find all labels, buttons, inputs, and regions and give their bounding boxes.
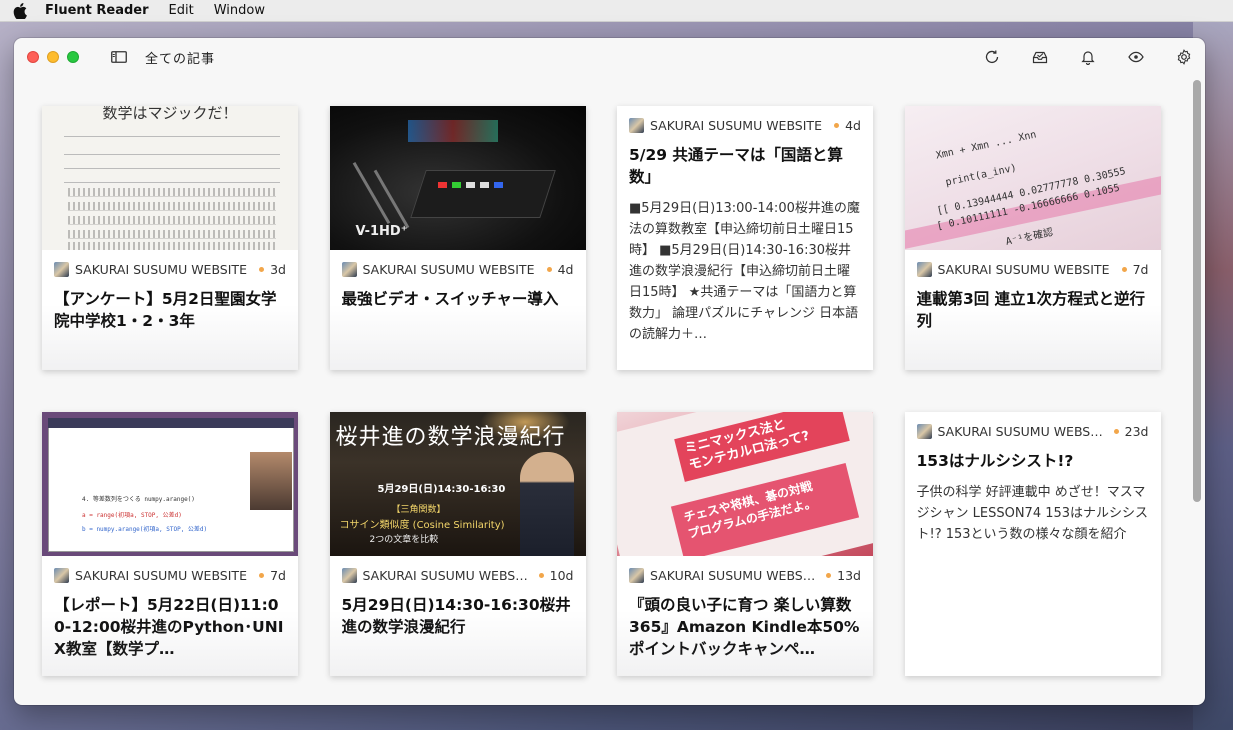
minimize-window-button[interactable] <box>47 51 59 63</box>
card-meta: SAKURAI SUSUMU WEBSITE 3d <box>54 261 286 277</box>
source-favicon-icon <box>916 261 932 277</box>
source-name: SAKURAI SUSUMU WEBSI… <box>362 567 531 583</box>
zoom-window-button[interactable] <box>67 51 79 63</box>
card-body: SAKURAI SUSUMU WEBSITE 3d 【アンケート】5月2日聖園女… <box>42 250 298 370</box>
title-bar: 全ての記事 <box>14 38 1205 76</box>
mark-all-read-icon[interactable] <box>1031 48 1049 66</box>
card-body: SAKURAI SUSUMU WEBSI… 10d 5月29日(日)14:30-… <box>329 556 586 676</box>
article-title: 連載第3回 連立1次方程式と逆行列 <box>916 290 1145 330</box>
article-thumbnail: 4. 等差数列をつくる numpy.arange() a = range(初項a… <box>42 412 298 556</box>
unread-dot-icon <box>538 572 544 578</box>
source-name: SAKURAI SUSUMU WEBSITE <box>937 261 1110 277</box>
card-meta: SAKURAI SUSUMU WEBSITE 4d <box>341 261 574 277</box>
card-body: SAKURAI SUSUMU WEBSITE 4d 最強ビデオ・スイッチャー導入 <box>329 250 586 370</box>
thumbnail-label: V-1HD⁺ <box>355 224 408 239</box>
article-snippet: 子供の科学 好評連載中 めざせ！マスマジシャン LESSON74 153はナルシ… <box>916 485 1149 542</box>
card-body: SAKURAI SUSUMU WEBSITE 7d 連載第3回 連立1次方程式と… <box>904 250 1161 370</box>
article-card[interactable]: SAKURAI SUSUMU WEBSI… 23d 153はナルシシスト!? 子… <box>904 412 1161 676</box>
card-body: SAKURAI SUSUMU WEBSITE 4d 5/29 共通テーマは「国語… <box>617 106 873 370</box>
card-body: SAKURAI SUSUMU WEBSI… 13d 『頭の良い子に育つ 楽しい算… <box>617 556 873 676</box>
source-name: SAKURAI SUSUMU WEBSITE <box>75 567 247 583</box>
article-card[interactable]: V-1HD⁺ SAKURAI SUSUMU WEBSITE 4d 最強ビデオ・ス… <box>329 106 586 370</box>
source-name: SAKURAI SUSUMU WEBSITE <box>75 261 247 277</box>
notifications-icon[interactable] <box>1079 48 1097 66</box>
close-window-button[interactable] <box>27 51 39 63</box>
article-thumbnail: ミニマックス法と モンテカルロ法って? チェスや将棋、碁の対戦 プログラムの手法だよ… <box>617 412 873 556</box>
article-card[interactable]: 4. 等差数列をつくる numpy.arange() a = range(初項a… <box>42 412 298 676</box>
article-card[interactable]: Xmn + Xmn ... Xnn print(a_inv) [[ 0.1394… <box>904 106 1161 370</box>
article-age: 7d <box>270 567 286 583</box>
article-title: 【アンケート】5月2日聖園女学院中学校1・2・3年 <box>54 290 277 330</box>
source-name: SAKURAI SUSUMU WEBSITE <box>650 117 822 133</box>
settings-icon[interactable] <box>1175 48 1193 66</box>
card-meta: SAKURAI SUSUMU WEBSITE 7d <box>54 567 286 583</box>
article-age: 3d <box>270 261 286 277</box>
source-favicon-icon <box>341 567 357 583</box>
unread-dot-icon <box>1121 266 1127 272</box>
menu-bar: Fluent Reader Edit Window <box>0 0 1233 22</box>
unread-dot-icon <box>826 572 832 578</box>
scrollbar-thumb[interactable] <box>1193 80 1201 502</box>
article-card[interactable]: SAKURAI SUSUMU WEBSITE 4d 5/29 共通テーマは「国語… <box>617 106 873 370</box>
view-icon[interactable] <box>1127 48 1145 66</box>
sidebar-toggle-icon[interactable] <box>111 51 127 63</box>
article-age: 7d <box>1132 261 1149 277</box>
article-age: 4d <box>557 261 574 277</box>
article-card[interactable]: 桜井進の数学浪漫紀行 5月29日(日)14:30-16:30 【三角関数】 コサ… <box>329 412 586 676</box>
source-name: SAKURAI SUSUMU WEBSI… <box>937 423 1106 439</box>
article-title: 『頭の良い子に育つ 楽しい算数365』Amazon Kindle本50%ポイント… <box>629 596 860 658</box>
article-age: 4d <box>845 117 861 133</box>
article-thumbnail: 数学はマジックだ！ <box>42 106 298 250</box>
menu-edit[interactable]: Edit <box>169 3 194 18</box>
window-controls <box>27 51 87 63</box>
card-body: SAKURAI SUSUMU WEBSI… 23d 153はナルシシスト!? 子… <box>905 412 1161 676</box>
article-title: 153はナルシシスト!? <box>916 452 1074 470</box>
unread-dot-icon <box>546 266 552 272</box>
card-meta: SAKURAI SUSUMU WEBSI… 13d <box>629 567 861 583</box>
thumbnail-heading: 数学はマジックだ！ <box>102 106 238 122</box>
toolbar <box>953 48 1193 66</box>
app-window: 全ての記事 数学はマジックだ！ SAKURAI SUSUMU WEBSITE 3… <box>14 38 1205 705</box>
refresh-icon[interactable] <box>983 48 1001 66</box>
card-meta: SAKURAI SUSUMU WEBSI… 23d <box>916 423 1149 439</box>
source-favicon-icon <box>916 423 932 439</box>
article-age: 23d <box>1124 423 1149 439</box>
unread-dot-icon <box>259 266 265 272</box>
article-snippet: ■5月29日(日)13:00-14:00桜井進の魔法の算数教室【申込締切前日土曜… <box>629 201 860 342</box>
article-grid: 数学はマジックだ！ SAKURAI SUSUMU WEBSITE 3d 【アンケ… <box>42 106 1161 676</box>
article-title: 【レポート】5月22日(日)11:00-12:00桜井進のPython･UNIX… <box>54 596 284 658</box>
menu-app-name[interactable]: Fluent Reader <box>45 3 149 18</box>
unread-dot-icon <box>834 122 840 128</box>
source-name: SAKURAI SUSUMU WEBSI… <box>650 567 819 583</box>
article-thumbnail: Xmn + Xmn ... Xnn print(a_inv) [[ 0.1394… <box>904 106 1161 250</box>
card-body: SAKURAI SUSUMU WEBSITE 7d 【レポート】5月22日(日)… <box>42 556 298 676</box>
source-favicon-icon <box>54 567 69 583</box>
card-meta: SAKURAI SUSUMU WEBSITE 4d <box>629 117 861 133</box>
menu-window[interactable]: Window <box>214 3 265 18</box>
page-title: 全ての記事 <box>145 51 216 67</box>
article-thumbnail: 桜井進の数学浪漫紀行 5月29日(日)14:30-16:30 【三角関数】 コサ… <box>329 412 586 556</box>
card-meta: SAKURAI SUSUMU WEBSI… 10d <box>341 567 574 583</box>
article-card[interactable]: 数学はマジックだ！ SAKURAI SUSUMU WEBSITE 3d 【アンケ… <box>42 106 298 370</box>
card-meta: SAKURAI SUSUMU WEBSITE 7d <box>916 261 1149 277</box>
unread-dot-icon <box>1113 428 1119 434</box>
source-favicon-icon <box>341 261 357 277</box>
unread-dot-icon <box>259 572 265 578</box>
article-thumbnail: V-1HD⁺ <box>329 106 586 250</box>
source-name: SAKURAI SUSUMU WEBSITE <box>362 261 535 277</box>
source-favicon-icon <box>629 117 644 133</box>
source-favicon-icon <box>54 261 69 277</box>
scrollbar[interactable] <box>1193 80 1201 698</box>
article-age: 13d <box>837 567 861 583</box>
thumbnail-heading: 桜井進の数学浪漫紀行 <box>335 425 566 450</box>
article-title: 5/29 共通テーマは「国語と算数」 <box>629 146 843 186</box>
article-title: 5月29日(日)14:30-16:30桜井進の数学浪漫紀行 <box>341 596 571 636</box>
apple-icon[interactable] <box>13 2 27 19</box>
article-age: 10d <box>549 567 574 583</box>
article-card[interactable]: ミニマックス法と モンテカルロ法って? チェスや将棋、碁の対戦 プログラムの手法だよ… <box>617 412 873 676</box>
source-favicon-icon <box>629 567 644 583</box>
article-title: 最強ビデオ・スイッチャー導入 <box>341 290 559 308</box>
